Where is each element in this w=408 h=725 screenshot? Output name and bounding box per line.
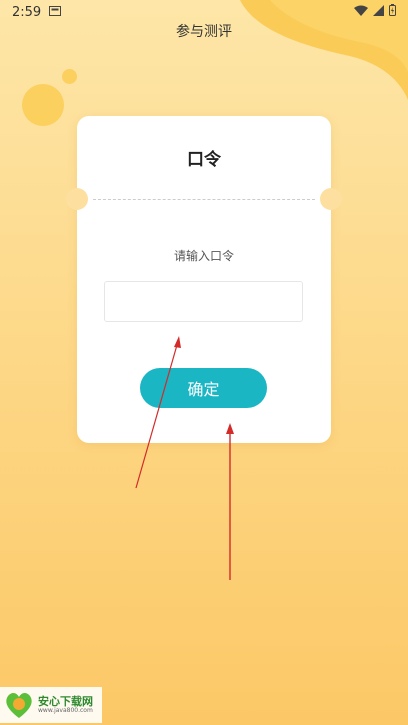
passcode-input[interactable] [104, 281, 303, 322]
decor-bubble-large [22, 84, 64, 126]
card-notch-left [66, 188, 88, 210]
dashed-divider [93, 199, 315, 200]
signal-icon [373, 4, 384, 20]
confirm-button[interactable]: 确定 [140, 368, 267, 408]
notification-icon [49, 5, 62, 20]
passcode-card: 口令 请输入口令 确定 [66, 116, 342, 443]
card-title: 口令 [187, 150, 221, 170]
heart-logo-icon [6, 693, 32, 718]
watermark-logo: 安心下载网 www.java800.com [0, 687, 102, 723]
decor-bubble-small [62, 69, 77, 84]
status-time: 2:59 [12, 4, 42, 20]
wifi-icon [354, 5, 368, 20]
watermark-url: www.java800.com [38, 706, 93, 714]
input-prompt: 请输入口令 [173, 249, 234, 263]
battery-icon [389, 4, 396, 20]
watermark-title: 安心下载网 [38, 695, 93, 709]
card-notch-right [320, 188, 342, 210]
page-title: 参与测评 [176, 24, 232, 40]
